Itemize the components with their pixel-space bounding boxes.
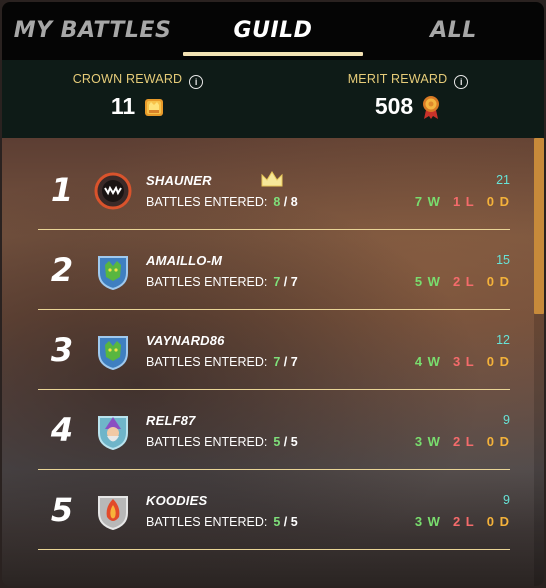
green-dragon-avatar [98,336,128,371]
merit-reward-label: MERIT REWARD [347,72,448,86]
draws-count: 0 D [486,354,510,369]
player-name[interactable]: RELF87 [146,413,196,428]
rank-number: 5 [50,491,74,529]
battles-entered-label: BATTLES ENTERED: [146,355,268,369]
crown-chest-icon [145,98,164,116]
leaderboard-row[interactable]: 1 SHAUNER BATTLES ENTERED: 8 / 8 21 7 W1 … [38,151,510,230]
crown-reward-value: 11 [110,93,136,119]
draws-count: 0 D [486,514,510,529]
guild-leaderboard: 1 SHAUNER BATTLES ENTERED: 8 / 8 21 7 W1 … [2,138,544,586]
guild-leader-crown-icon [261,171,283,187]
rank-number: 2 [50,251,74,289]
player-score: 9 [503,413,510,427]
battles-total-count: 5 [290,435,298,449]
guild-battles-panel: MY BATTLES GUILD ALL CROWN REWARD i 11 ME… [2,2,544,586]
player-name[interactable]: KOODIES [146,493,207,508]
fire-spirit-avatar [98,496,128,531]
player-score: 21 [496,173,510,187]
rank-number: 3 [50,331,74,369]
player-name[interactable]: SHAUNER [146,173,212,188]
draws-count: 0 D [486,434,510,449]
crown-reward-label: CROWN REWARD [72,72,183,86]
wins-count: 7 W [414,194,441,209]
info-icon[interactable]: i [454,75,469,89]
scrollbar-thumb[interactable] [534,138,544,314]
player-score: 9 [503,493,510,507]
losses-count: 1 L [452,194,475,209]
battles-entered-label: BATTLES ENTERED: [146,275,268,289]
merit-reward-value: 508 [374,93,414,119]
battles-entered-label: BATTLES ENTERED: [146,515,268,529]
losses-count: 2 L [452,514,475,529]
dark-monster-avatar [94,172,132,210]
wins-count: 5 W [414,274,441,289]
wizard-avatar [98,416,128,451]
rewards-bar: CROWN REWARD i 11 MERIT REWARD i 508 [2,60,544,138]
info-icon[interactable]: i [189,75,204,89]
player-name[interactable]: AMAILLO-M [146,253,222,268]
leaderboard-row[interactable]: 4 RELF87 BATTLES ENTERED: 5 / 5 9 3 W2 L0… [38,391,510,470]
battles-total-count: 7 [290,355,298,369]
draws-count: 0 D [486,274,510,289]
battles-entered-label: BATTLES ENTERED: [146,435,268,449]
green-dragon-avatar [98,256,128,291]
merit-reward: MERIT REWARD i 508 [308,72,508,120]
draws-count: 0 D [486,194,510,209]
player-score: 15 [496,253,510,267]
rank-number: 4 [50,411,74,449]
tab-my-battles[interactable]: MY BATTLES [2,2,183,60]
leaderboard-row[interactable]: 3 VAYNARD86 BATTLES ENTERED: 7 / 7 12 4 W… [38,311,510,390]
battles-total-count: 8 [290,195,298,209]
active-tab-indicator [183,52,363,56]
battles-total-count: 7 [290,275,298,289]
losses-count: 3 L [452,354,475,369]
tab-all[interactable]: ALL [363,2,544,60]
rank-number: 1 [50,171,74,209]
merit-medal-icon [423,95,440,119]
leaderboard-row[interactable]: 2 AMAILLO-M BATTLES ENTERED: 7 / 7 15 5 W… [38,231,510,310]
battles-total-count: 5 [290,515,298,529]
wins-count: 3 W [414,434,441,449]
battles-entered-label: BATTLES ENTERED: [146,195,268,209]
wins-count: 4 W [414,354,441,369]
player-name[interactable]: VAYNARD86 [146,333,225,348]
wins-count: 3 W [414,514,441,529]
leaderboard-row[interactable]: 5 KOODIES BATTLES ENTERED: 5 / 5 9 3 W2 L… [38,471,510,550]
player-score: 12 [496,333,510,347]
losses-count: 2 L [452,274,475,289]
crown-reward: CROWN REWARD i 11 [38,72,238,120]
losses-count: 2 L [452,434,475,449]
tab-bar: MY BATTLES GUILD ALL [2,2,544,60]
